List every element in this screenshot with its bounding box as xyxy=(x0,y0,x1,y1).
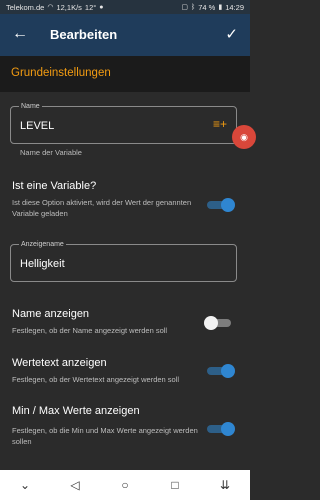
name-field-value[interactable]: LEVEL xyxy=(20,120,54,132)
display-name-field[interactable]: Anzeigename Helligkeit xyxy=(10,240,237,282)
record-icon: ◉ xyxy=(240,131,248,142)
toggle-is-variable[interactable] xyxy=(205,198,235,212)
nfc-icon: ▢ xyxy=(181,3,189,11)
section-title: Grundeinstellungen xyxy=(11,67,111,79)
floating-action-button[interactable]: ◉ xyxy=(232,125,256,149)
display-name-value[interactable]: Helligkeit xyxy=(20,258,65,270)
notification-icon: ● xyxy=(99,3,104,11)
back-arrow-icon[interactable]: ← xyxy=(10,25,30,43)
bluetooth-icon: ᛒ xyxy=(191,3,196,11)
display-name-label: Anzeigename xyxy=(19,240,66,249)
setting-show-name-title: Name anzeigen xyxy=(12,308,90,320)
network-speed: 12,1K/s xyxy=(56,2,82,12)
setting-show-name-desc: Festlegen, ob der Name angezeigt werden … xyxy=(12,326,168,335)
battery-icon: ▮ xyxy=(218,3,223,11)
battery-level: 74 % xyxy=(198,2,216,12)
wifi-icon: ◠ xyxy=(47,3,54,11)
setting-min-max-desc: Festlegen, ob die Min und Max Werte ange… xyxy=(12,426,198,446)
name-field[interactable]: Name LEVEL ≡+ xyxy=(10,102,237,144)
chevron-down-icon[interactable]: ⌄ xyxy=(10,478,40,492)
app-bar: ← Bearbeiten ✓ xyxy=(0,14,250,56)
toggle-knob xyxy=(221,364,235,378)
confirm-check-icon[interactable]: ✓ xyxy=(225,25,238,43)
name-field-helper: Name der Variable xyxy=(20,148,82,157)
setting-value-text-desc: Festlegen, ob der Wertetext angezeigt we… xyxy=(12,375,180,384)
clock: 14:29 xyxy=(225,2,244,12)
setting-is-variable-desc: Ist diese Option aktiviert, wird der Wer… xyxy=(12,198,192,218)
nav-recents-icon[interactable]: □ xyxy=(160,478,190,492)
toggle-show-name[interactable] xyxy=(204,316,233,330)
carrier-label: Telekom.de xyxy=(6,2,45,12)
playlist-add-icon[interactable]: ≡+ xyxy=(213,117,227,131)
toggle-knob xyxy=(204,316,218,330)
status-bar: Telekom.de ◠ 12,1K/s 12° ● ▢ ᛒ 74 % ▮ 14… xyxy=(0,0,250,14)
notification-pull-icon[interactable]: ⇊ xyxy=(210,478,240,492)
setting-min-max-title: Min / Max Werte anzeigen xyxy=(12,405,140,417)
name-field-label: Name xyxy=(19,102,42,111)
nav-home-icon[interactable]: ○ xyxy=(110,478,140,492)
temperature: 12° xyxy=(84,2,97,12)
toggle-value-text[interactable] xyxy=(205,364,235,378)
system-navigation-bar: ⌄ ◁ ○ □ ⇊ xyxy=(0,470,250,500)
toggle-knob xyxy=(221,198,235,212)
section-header: Grundeinstellungen xyxy=(0,56,250,92)
toggle-knob xyxy=(221,422,235,436)
page-title: Bearbeiten xyxy=(50,27,118,42)
toggle-min-max[interactable] xyxy=(205,422,235,436)
setting-value-text-title: Wertetext anzeigen xyxy=(12,357,107,369)
setting-is-variable-title: Ist eine Variable? xyxy=(12,180,97,192)
nav-back-icon[interactable]: ◁ xyxy=(60,478,90,492)
